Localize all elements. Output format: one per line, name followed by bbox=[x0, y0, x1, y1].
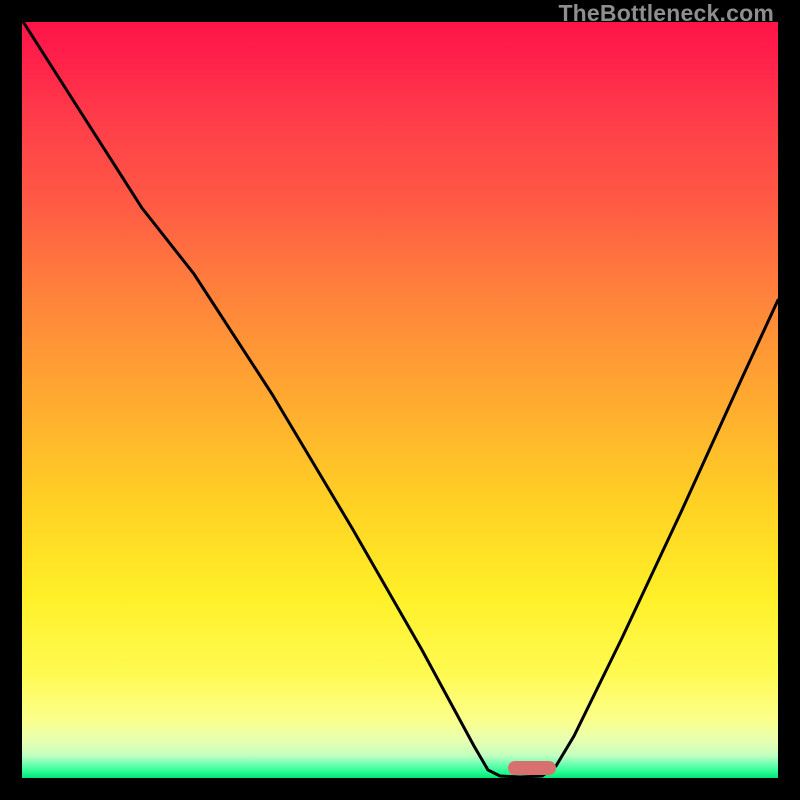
optimal-marker bbox=[508, 761, 556, 775]
gradient-plot-area bbox=[22, 22, 778, 778]
watermark-label: TheBottleneck.com bbox=[558, 0, 774, 27]
chart-frame: TheBottleneck.com bbox=[0, 0, 800, 800]
